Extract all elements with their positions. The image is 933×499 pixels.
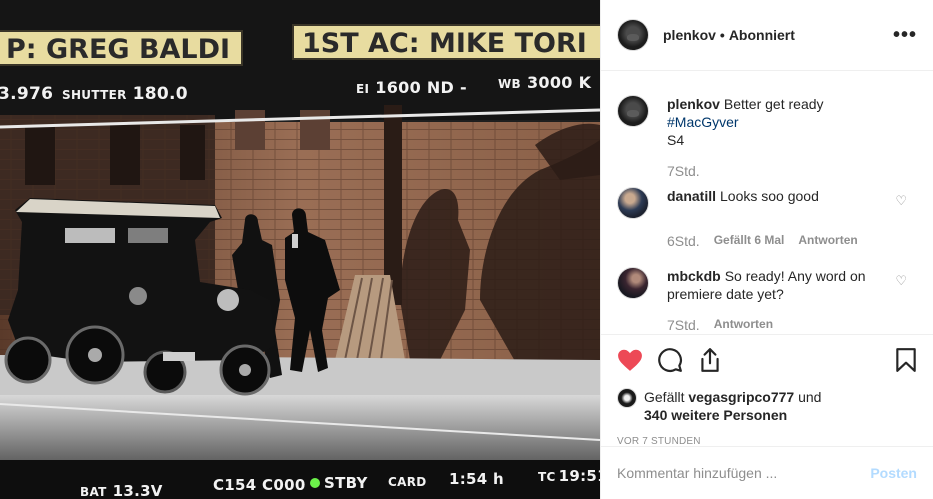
hud-ei-value: 1600 ND - bbox=[375, 78, 467, 97]
caption: plenkov Better get ready #MacGyver S4 bbox=[617, 95, 917, 149]
caption-text: Better get ready bbox=[723, 96, 824, 112]
avatar[interactable] bbox=[617, 388, 637, 408]
comment-input[interactable] bbox=[617, 465, 871, 481]
comment-username[interactable]: danatill bbox=[667, 188, 716, 204]
hud-wb-value: 3000 K bbox=[526, 73, 592, 92]
ellipsis-icon[interactable]: ••• bbox=[893, 24, 917, 47]
comment-body: mbckdb So ready! Any word on premiere dat… bbox=[667, 267, 877, 303]
post-button[interactable]: Posten bbox=[870, 465, 917, 481]
caption-hashtag[interactable]: #MacGyver bbox=[667, 114, 739, 130]
hud-battery: BAT 13.3V bbox=[80, 482, 163, 499]
heart-outline-icon[interactable]: ♡ bbox=[895, 193, 907, 209]
hud-stby-label: STBY bbox=[324, 474, 368, 492]
caption-meta: 7Std. bbox=[667, 163, 917, 179]
likes-user[interactable]: vegasgripco777 bbox=[688, 389, 794, 405]
likes-summary: Gefällt vegasgripco777 und 340 weitere P… bbox=[617, 388, 917, 424]
hud-timecode: TC19:51: bbox=[538, 467, 600, 485]
comment-body: danatill Looks soo good bbox=[667, 187, 877, 219]
reply-button[interactable]: Antworten bbox=[798, 233, 857, 249]
hud-clip: C154 C000 bbox=[213, 476, 306, 494]
post-side-panel: plenkov • Abonniert ••• plenkov Better ge… bbox=[600, 0, 933, 499]
post-actions: Gefällt vegasgripco777 und 340 weitere P… bbox=[601, 334, 933, 447]
list-item: danatill Looks soo good ♡ bbox=[617, 187, 917, 219]
action-bar bbox=[617, 345, 917, 375]
comment-text: Looks soo good bbox=[720, 188, 819, 204]
list-item: mbckdb So ready! Any word on premiere dat… bbox=[617, 267, 917, 303]
follow-status[interactable]: Abonniert bbox=[729, 27, 795, 43]
share-icon[interactable] bbox=[697, 347, 723, 373]
hud-wb-label: WB bbox=[498, 77, 521, 91]
likes-others[interactable]: 340 weitere Personen bbox=[644, 407, 787, 423]
bookmark-icon[interactable] bbox=[895, 347, 917, 373]
comment-meta: 7Std. Antworten bbox=[667, 317, 917, 333]
likes-prefix: Gefällt bbox=[644, 389, 685, 405]
hud-iris: 3.976 bbox=[0, 84, 54, 104]
add-comment-bar: Posten bbox=[601, 446, 933, 499]
comment-username[interactable]: mbckdb bbox=[667, 268, 721, 284]
hud-shutter: SHUTTER 180.0 bbox=[62, 84, 188, 104]
hud-timecode-label: TC bbox=[538, 470, 556, 484]
reply-button[interactable]: Antworten bbox=[714, 317, 773, 333]
avatar[interactable] bbox=[617, 187, 649, 219]
hud-remaining: 1:54 h bbox=[449, 470, 505, 488]
comments-list[interactable]: plenkov Better get ready #MacGyver S4 7St… bbox=[601, 72, 933, 334]
hud-ei: EI 1600 ND - bbox=[356, 78, 467, 97]
post-header: plenkov • Abonniert ••• bbox=[601, 0, 933, 71]
hud-ei-label: EI bbox=[356, 82, 370, 96]
heart-outline-icon[interactable]: ♡ bbox=[895, 273, 907, 289]
hud-battery-value: 13.3V bbox=[112, 482, 163, 499]
comment-time[interactable]: 6Std. bbox=[667, 233, 700, 249]
heart-filled-icon[interactable] bbox=[617, 348, 643, 372]
comment-likes[interactable]: Gefällt 6 Mal bbox=[714, 233, 785, 249]
caption-body: plenkov Better get ready #MacGyver S4 bbox=[667, 95, 877, 149]
hud-timecode-value: 19:51: bbox=[558, 467, 600, 485]
hud-card: CARD bbox=[388, 475, 427, 489]
slate-operator: P: GREG BALDI bbox=[0, 30, 243, 66]
caption-time[interactable]: 7Std. bbox=[667, 163, 700, 179]
caption-text-after: S4 bbox=[667, 132, 685, 148]
header-username[interactable]: plenkov bbox=[663, 27, 716, 43]
comment-icon[interactable] bbox=[657, 347, 683, 373]
likes-text: Gefällt vegasgripco777 und 340 weitere P… bbox=[644, 388, 821, 424]
avatar[interactable] bbox=[617, 95, 649, 127]
hud-shutter-value: 180.0 bbox=[132, 84, 188, 104]
slate-first-ac: 1ST AC: MIKE TORI bbox=[292, 24, 600, 60]
hud-battery-label: BAT bbox=[80, 485, 107, 499]
post-photo[interactable]: P: GREG BALDI 1ST AC: MIKE TORI 3.976 SH… bbox=[0, 0, 600, 499]
comment-time[interactable]: 7Std. bbox=[667, 317, 700, 333]
avatar[interactable] bbox=[617, 19, 649, 51]
likes-conjunction: und bbox=[798, 389, 822, 405]
caption-username[interactable]: plenkov bbox=[667, 96, 720, 112]
hud-shutter-label: SHUTTER bbox=[62, 88, 127, 102]
header-separator: • bbox=[719, 27, 725, 43]
hud-wb: WB 3000 K bbox=[498, 73, 591, 92]
stby-dot-icon bbox=[310, 478, 320, 488]
comment-meta: 6Std. Gefällt 6 Mal Antworten bbox=[667, 233, 917, 249]
avatar[interactable] bbox=[617, 267, 649, 299]
hud-stby: STBY bbox=[310, 474, 368, 492]
